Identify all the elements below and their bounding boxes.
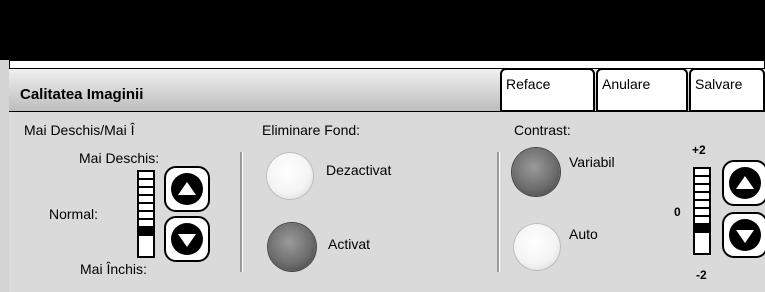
- lighter-label: Mai Deschis:: [79, 150, 160, 166]
- lightness-heading: Mai Deschis/Mai Î: [24, 122, 135, 138]
- normal-label: Normal:: [49, 206, 99, 222]
- level-segment: [139, 220, 153, 228]
- divider: [497, 152, 500, 272]
- contrast-increase-button[interactable]: [722, 160, 765, 206]
- auto-label: Auto: [569, 226, 598, 242]
- up-arrow-icon: [178, 181, 196, 195]
- anulare-button[interactable]: Anulare: [596, 68, 688, 112]
- activat-radio[interactable]: [268, 223, 316, 271]
- contrast-heading: Contrast:: [514, 122, 571, 138]
- dezactivat-label: Dezactivat: [326, 162, 392, 178]
- level-segment: [695, 185, 709, 193]
- contrast-decrease-button[interactable]: [722, 212, 765, 258]
- level-segment: [139, 228, 153, 236]
- background-heading: Eliminare Fond:: [262, 122, 361, 138]
- level-segment: [695, 177, 709, 185]
- level-segment: [139, 180, 153, 188]
- variabil-radio[interactable]: [512, 148, 560, 196]
- down-arrow-icon: [178, 233, 196, 247]
- contrast-scale-mid: 0: [674, 205, 681, 219]
- page-title: Calitatea Imaginii: [20, 86, 144, 103]
- level-segment: [695, 225, 709, 233]
- level-segment: [695, 217, 709, 225]
- level-segment: [695, 169, 709, 177]
- lightness-increase-button[interactable]: [164, 166, 210, 212]
- contrast-level-indicator: [693, 167, 711, 255]
- lightness-decrease-button[interactable]: [164, 216, 210, 262]
- level-segment: [139, 212, 153, 220]
- reface-button[interactable]: Reface: [500, 68, 595, 112]
- level-segment: [139, 196, 153, 204]
- auto-radio[interactable]: [513, 223, 561, 271]
- level-segment: [139, 188, 153, 196]
- level-segment: [139, 204, 153, 212]
- darker-label: Mai Închis:: [80, 261, 147, 277]
- level-segment: [139, 172, 153, 180]
- contrast-scale-bottom: -2: [696, 268, 707, 282]
- variabil-label: Variabil: [569, 154, 615, 170]
- top-black-bar: [0, 0, 765, 60]
- dezactivat-radio[interactable]: [266, 152, 314, 200]
- down-arrow-icon: [736, 229, 754, 243]
- level-segment: [695, 193, 709, 201]
- contrast-scale-top: +2: [692, 143, 706, 157]
- level-segment: [695, 209, 709, 217]
- lightness-level-indicator: [137, 170, 155, 258]
- up-arrow-icon: [736, 175, 754, 189]
- salvare-button[interactable]: Salvare: [689, 68, 765, 112]
- divider: [240, 152, 243, 272]
- level-segment: [695, 201, 709, 209]
- activat-label: Activat: [328, 236, 371, 252]
